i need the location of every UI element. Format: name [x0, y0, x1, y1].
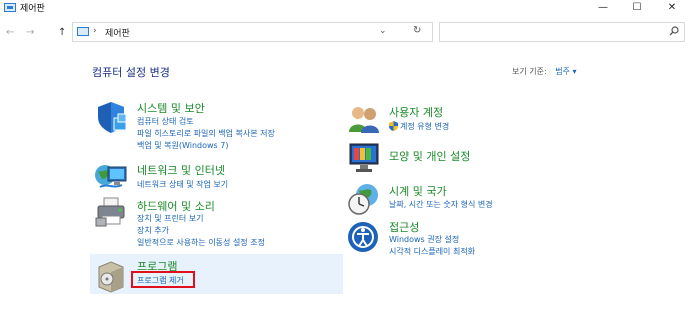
page-title: 컴퓨터 설정 변경 [92, 66, 170, 79]
clock-globe-icon [348, 184, 378, 215]
view-by-dropdown[interactable]: 범주 ▾ [555, 67, 576, 76]
title-bar: 제어판 — ☐ ✕ [0, 0, 689, 16]
minimize-button[interactable]: — [586, 0, 620, 16]
window-title: 제어판 [20, 4, 45, 14]
category-system-security[interactable]: 시스템 및 보안 [137, 100, 205, 116]
shield-icon [98, 102, 127, 133]
link-devices-printers[interactable]: 장치 및 프린터 보기 [137, 213, 204, 224]
address-dropdown-button[interactable]: ⌄ [379, 26, 387, 36]
highlight-box [131, 271, 195, 288]
link-mobility-settings[interactable]: 일반적으로 사용하는 이동성 설정 조정 [137, 237, 265, 248]
category-clock-region[interactable]: 시계 및 국가 [389, 183, 447, 199]
control-panel-icon [77, 27, 89, 36]
display-icon [349, 143, 379, 172]
link-backup-restore[interactable]: 백업 및 복원(Windows 7) [137, 140, 228, 151]
category-appearance-personalization[interactable]: 모양 및 개인 설정 [389, 148, 470, 164]
link-add-device[interactable]: 장치 추가 [137, 225, 169, 236]
printer-icon [95, 197, 125, 227]
control-panel-icon [4, 3, 16, 12]
users-icon [349, 107, 379, 133]
search-input[interactable] [439, 22, 685, 42]
view-by-label: 보기 기준: [512, 67, 547, 76]
breadcrumb-separator: › [93, 26, 97, 36]
maximize-button[interactable]: ☐ [620, 0, 654, 16]
address-row: ← → ↑ › 제어판 ⌄ ↻ [0, 22, 689, 44]
link-change-date-time-format[interactable]: 날짜, 시간 또는 숫자 형식 변경 [389, 199, 493, 210]
network-globe-icon [95, 165, 127, 188]
category-user-accounts[interactable]: 사용자 계정 [389, 104, 443, 120]
category-network-internet[interactable]: 네트워크 및 인터넷 [137, 162, 225, 178]
breadcrumb-control-panel[interactable]: 제어판 [105, 26, 130, 39]
uac-shield-icon [389, 121, 398, 131]
link-optimize-visual-display[interactable]: 시각적 디스플레이 최적화 [389, 246, 475, 257]
category-hardware-sound[interactable]: 하드웨어 및 소리 [137, 198, 215, 214]
refresh-button[interactable]: ↻ [413, 25, 421, 36]
view-by: 보기 기준: 범주 ▾ [512, 66, 577, 77]
programs-box-icon [98, 261, 124, 293]
link-network-status[interactable]: 네트워크 상태 및 작업 보기 [137, 179, 228, 190]
link-windows-recommended-settings[interactable]: Windows 권장 설정 [389, 234, 459, 245]
address-bar[interactable]: › 제어판 ⌄ ↻ [72, 22, 433, 42]
link-review-computer-status[interactable]: 컴퓨터 상태 검토 [137, 116, 194, 127]
close-button[interactable]: ✕ [655, 0, 689, 16]
forward-button[interactable]: → [26, 27, 34, 38]
link-change-account-type[interactable]: 계정 유형 변경 [400, 121, 449, 132]
link-file-history-backup[interactable]: 파일 히스토리로 파일의 백업 복사본 저장 [137, 128, 275, 139]
accessibility-icon [348, 222, 378, 252]
category-accessibility[interactable]: 접근성 [389, 219, 419, 235]
up-button[interactable]: ↑ [58, 27, 66, 38]
search-icon [669, 26, 679, 36]
back-button[interactable]: ← [6, 27, 14, 38]
programs-highlight [90, 254, 343, 294]
